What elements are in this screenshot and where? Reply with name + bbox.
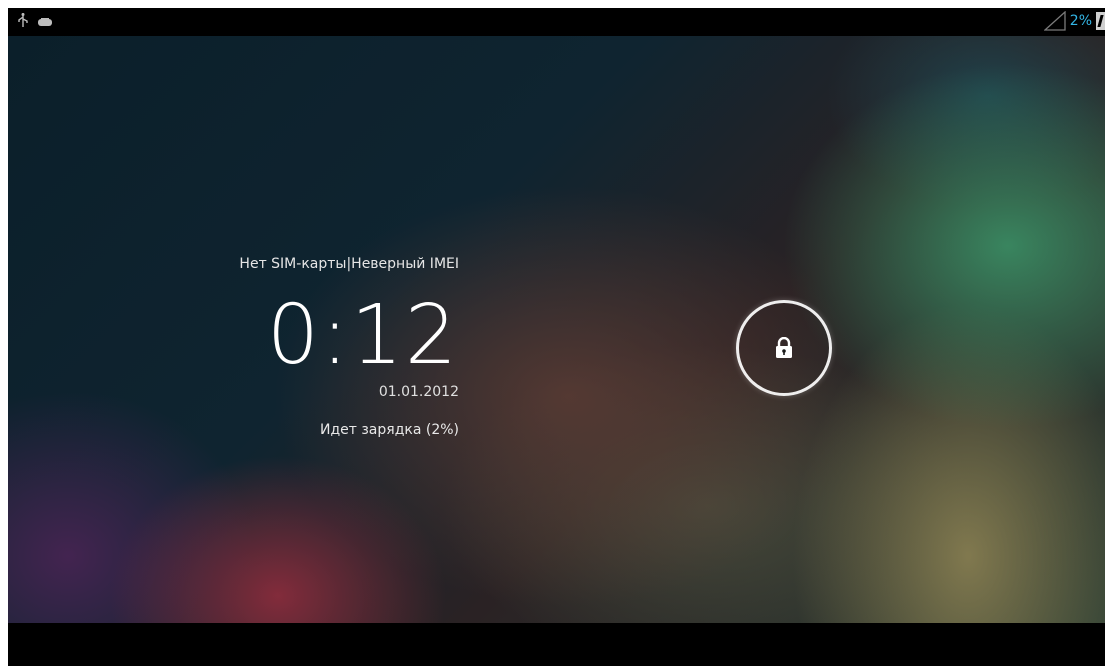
lockscreen: Нет SIM-карты|Неверный IMEI 0:12 01.01.2… [8, 36, 1105, 623]
status-bar: 2% [8, 8, 1105, 36]
usb-icon [18, 12, 28, 31]
clock-time: 0:12 [266, 288, 459, 383]
date-text: 01.01.2012 [378, 384, 459, 400]
battery-percent: 2% [1069, 13, 1092, 29]
gamepad-icon [38, 12, 52, 31]
lock-icon [775, 337, 793, 359]
system-status-icons: 2% [1043, 10, 1105, 32]
charging-status-text: Идет зарядка (2%) [319, 422, 459, 438]
notification-icons [18, 12, 52, 31]
battery-charging-icon [1096, 12, 1105, 30]
lockscreen-wallpaper: Нет SIM-карты|Неверный IMEI 0:12 01.01.2… [8, 36, 1105, 623]
carrier-status-text: Нет SIM-карты|Неверный IMEI [239, 256, 459, 272]
unlock-handle[interactable] [736, 300, 832, 396]
device-screen: 2% Нет SIM-карты|Неверный IMEI 0:12 01.0… [8, 8, 1105, 666]
navigation-bar [8, 623, 1105, 666]
signal-icon [1043, 11, 1066, 31]
